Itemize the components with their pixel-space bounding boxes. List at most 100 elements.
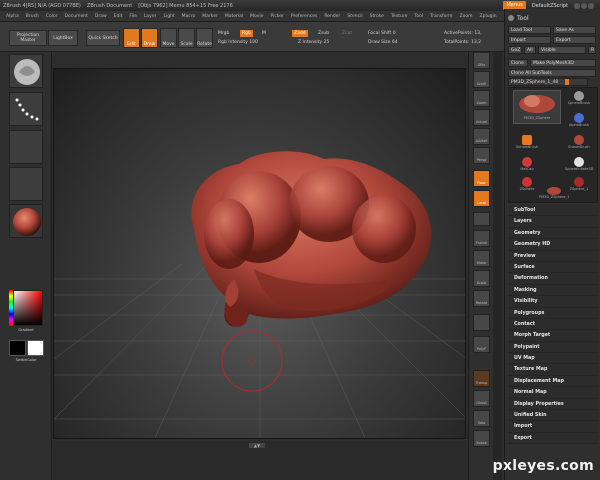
menu-stencil[interactable]: Stencil <box>347 14 362 19</box>
draw-button[interactable]: Draw <box>141 28 158 48</box>
menu-zoom[interactable]: Zoom <box>460 14 473 19</box>
stroke-selector[interactable] <box>9 92 43 126</box>
rgb-button[interactable]: Rgb <box>240 30 253 37</box>
actual-button[interactable]: Actual <box>473 109 490 126</box>
rgb-intensity-slider[interactable]: Rgb Intensity 100 <box>218 40 258 45</box>
draw-size-slider[interactable]: Draw Size 64 <box>368 40 398 45</box>
projection-master-button[interactable]: Projection Master <box>9 30 47 46</box>
menu-texture[interactable]: Texture <box>391 14 407 19</box>
maximize-icon[interactable] <box>581 2 587 9</box>
subpalette-masking[interactable]: Masking <box>508 284 598 297</box>
solo-button[interactable]: Solo <box>473 410 490 427</box>
sculpt-model[interactable] <box>191 151 432 327</box>
subpalette-morph-target[interactable]: Morph Target <box>508 330 598 342</box>
menu-render[interactable]: Render <box>324 14 340 19</box>
secondary-color-swatch[interactable] <box>27 340 44 356</box>
menu-preferences[interactable]: Preferences <box>291 14 317 19</box>
menu-draw[interactable]: Draw <box>95 14 107 19</box>
persp-button[interactable]: Persp <box>473 147 490 164</box>
load-tool-button[interactable]: Load Tool <box>508 26 551 34</box>
r-button[interactable]: R <box>588 46 596 54</box>
save-as-button[interactable]: Save As <box>553 26 596 34</box>
subpalette-polypaint[interactable]: Polypaint <box>508 341 598 354</box>
z-intensity-slider[interactable]: Z Intensity 25 <box>298 40 329 45</box>
subpalette-geometry-hd[interactable]: Geometry HD <box>508 239 598 251</box>
subpalette-texture-map[interactable]: Texture Map <box>508 364 598 376</box>
tool-thumb-alphabrush[interactable]: AlphaBrush <box>565 112 593 132</box>
menu-tool[interactable]: Tool <box>414 14 423 19</box>
menu-transform[interactable]: Transform <box>430 14 452 19</box>
subpalette-display-properties[interactable]: Display Properties <box>508 398 598 411</box>
move-view-button[interactable]: Move <box>473 250 490 267</box>
subpalette-layers[interactable]: Layers <box>508 216 598 228</box>
polyf-button[interactable]: PolyF <box>473 336 490 353</box>
menu-file[interactable]: File <box>129 14 137 19</box>
menu-stroke[interactable]: Stroke <box>370 14 384 19</box>
subpalette-preview[interactable]: Preview <box>508 250 598 262</box>
export-button[interactable]: Export <box>553 36 596 44</box>
tool-thumb-spherebrush[interactable]: SphereBrush <box>565 90 593 110</box>
tool-thumb-active[interactable]: PM3D_ZSphere <box>513 90 561 124</box>
subpalette-contact[interactable]: Contact <box>508 318 598 331</box>
visible-button[interactable]: Visible <box>538 46 586 54</box>
menu-zplugin[interactable]: Zplugin <box>480 14 497 19</box>
focal-shift-slider[interactable]: Focal Shift 0 <box>368 31 396 36</box>
subpalette-visibility[interactable]: Visibility <box>508 296 598 308</box>
rotate-view-button[interactable]: Rotate <box>473 290 490 307</box>
menu-macro[interactable]: Macro <box>182 14 196 19</box>
menu-light[interactable]: Light <box>163 14 174 19</box>
right-tray-scrollbar[interactable] <box>493 52 502 480</box>
aahalf-button[interactable]: AAHalf <box>473 128 490 145</box>
scale-view-button[interactable]: Scale <box>473 270 490 287</box>
bottom-tray-handle[interactable]: ▲▼ <box>249 443 265 448</box>
material-selector[interactable] <box>9 204 43 238</box>
switch-color-button[interactable]: SwitchColor <box>9 358 43 362</box>
tool-thumb-zsphere-1[interactable]: ZSphere_1 <box>565 176 593 196</box>
main-color-swatch[interactable] <box>9 340 26 356</box>
subpalette-displacement-map[interactable]: Displacement Map <box>508 375 598 388</box>
zadd-button[interactable]: Zadd <box>292 30 308 37</box>
tool-palette-header[interactable]: Tool <box>505 11 600 25</box>
subpalette-deformation[interactable]: Deformation <box>508 273 598 285</box>
menu-movie[interactable]: Movie <box>250 14 263 19</box>
gradient-label[interactable]: Gradient <box>9 328 43 332</box>
subpalette-subtool[interactable]: SubTool <box>508 205 598 217</box>
texture-selector[interactable] <box>9 167 43 201</box>
brush-selector[interactable] <box>9 54 43 88</box>
menu-color[interactable]: Color <box>46 14 58 19</box>
xyz-button[interactable] <box>473 212 490 226</box>
zoom-button[interactable]: Zoom <box>473 90 490 107</box>
scroll-button[interactable]: Scroll <box>473 71 490 88</box>
move-button[interactable]: Move <box>160 28 177 48</box>
tool-thumb-matcap[interactable]: MatCap <box>513 156 541 176</box>
transp-button[interactable]: Transp <box>473 370 490 387</box>
lightbox-button[interactable]: LightBox <box>48 30 78 46</box>
subpalette-normal-map[interactable]: Normal Map <box>508 387 598 399</box>
mrgb-button[interactable]: Mrgb <box>218 31 229 36</box>
tool-thumb-sphereinflate[interactable]: SphereInflate3D <box>565 156 593 176</box>
tool-thumb-zsphere[interactable]: ZSphere <box>513 176 541 196</box>
frame-button[interactable]: Frame <box>473 230 490 247</box>
color-picker[interactable] <box>13 290 43 326</box>
make-polymesh-button[interactable]: Make PolyMesh3D <box>530 59 596 67</box>
grid-button[interactable] <box>473 314 490 331</box>
subpalette-uv-map[interactable]: UV Map <box>508 353 598 365</box>
menu-picker[interactable]: Picker <box>270 14 283 19</box>
all-button[interactable]: All <box>524 46 536 54</box>
floor-button[interactable]: Floor <box>473 170 490 187</box>
subpalette-export[interactable]: Export <box>508 432 598 445</box>
close-icon[interactable] <box>588 2 594 9</box>
menu-layer[interactable]: Layer <box>144 14 157 19</box>
clone-all-subtools-button[interactable]: Clone All SubTools <box>508 69 596 77</box>
import-button[interactable]: Import <box>508 36 551 44</box>
tool-thumb-eraserbrush[interactable]: EraserBrush <box>565 134 593 154</box>
subpalette-polygroups[interactable]: Polygroups <box>508 307 598 319</box>
zcut-button[interactable]: Zcut <box>342 31 352 36</box>
xpose-button[interactable]: Xpose <box>473 430 490 447</box>
local-button[interactable]: Local <box>473 190 490 207</box>
menu-alpha[interactable]: Alpha <box>6 14 19 19</box>
ghost-button[interactable]: Ghost <box>473 390 490 407</box>
palette-dock-icon[interactable] <box>508 15 514 21</box>
current-tool-slider[interactable]: PM3D_ZSphere_1_48 <box>508 78 588 86</box>
menu-edit[interactable]: Edit <box>114 14 123 19</box>
